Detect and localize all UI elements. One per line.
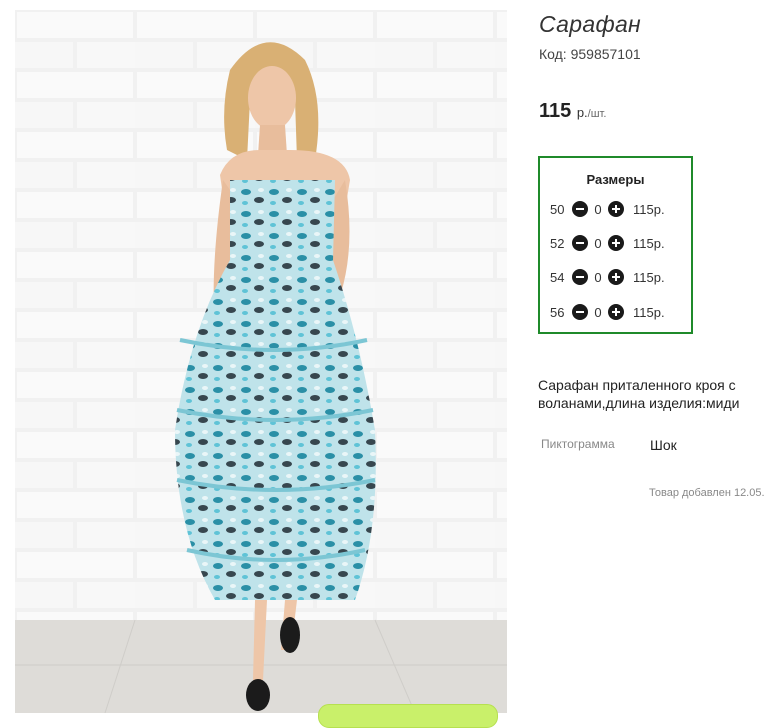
- price-currency: р.: [576, 105, 588, 120]
- sizes-panel: Размеры 50 0 115р. 52 0 115р. 54 0 115р.…: [538, 156, 693, 334]
- plus-circle-icon[interactable]: [608, 235, 624, 251]
- add-to-cart-button[interactable]: [318, 704, 498, 728]
- size-price: 115р.: [633, 304, 665, 320]
- minus-circle-icon[interactable]: [572, 304, 588, 320]
- product-code: Код: 959857101: [539, 46, 641, 62]
- minus-circle-icon[interactable]: [572, 235, 588, 251]
- size-price: 115р.: [633, 235, 665, 251]
- price-value: 115: [539, 100, 572, 122]
- plus-circle-icon[interactable]: [608, 304, 624, 320]
- size-row: 52 0 115р.: [550, 233, 665, 253]
- plus-circle-icon[interactable]: [608, 201, 624, 217]
- price-unit: р./шт.: [577, 105, 607, 120]
- size-label: 52: [550, 235, 565, 251]
- size-price: 115р.: [633, 201, 665, 217]
- quantity-value[interactable]: 0: [590, 236, 606, 251]
- plus-circle-icon[interactable]: [608, 269, 624, 285]
- size-label: 50: [550, 201, 565, 217]
- attribute-label: Пиктограмма: [541, 437, 615, 451]
- size-row: 56 0 115р.: [550, 302, 665, 322]
- added-date: Товар добавлен 12.05.: [649, 487, 765, 499]
- minus-circle-icon[interactable]: [572, 201, 588, 217]
- quantity-value[interactable]: 0: [590, 202, 606, 217]
- size-label: 54: [550, 269, 565, 285]
- product-image: [15, 10, 507, 713]
- size-row: 54 0 115р.: [550, 267, 665, 287]
- size-row: 50 0 115р.: [550, 199, 665, 219]
- product-description: Сарафан приталенного кроя с воланами,дли…: [538, 377, 740, 411]
- quantity-value[interactable]: 0: [590, 270, 606, 285]
- product-price: 115 р./шт.: [539, 100, 606, 123]
- size-price: 115р.: [633, 269, 665, 285]
- price-per: /шт.: [587, 108, 607, 120]
- minus-circle-icon[interactable]: [572, 269, 588, 285]
- sizes-header: Размеры: [586, 172, 645, 187]
- size-label: 56: [550, 304, 565, 320]
- quantity-value[interactable]: 0: [590, 305, 606, 320]
- product-title: Сарафан: [539, 11, 642, 37]
- product-photo[interactable]: [15, 10, 507, 713]
- attribute-value: Шок: [650, 437, 677, 453]
